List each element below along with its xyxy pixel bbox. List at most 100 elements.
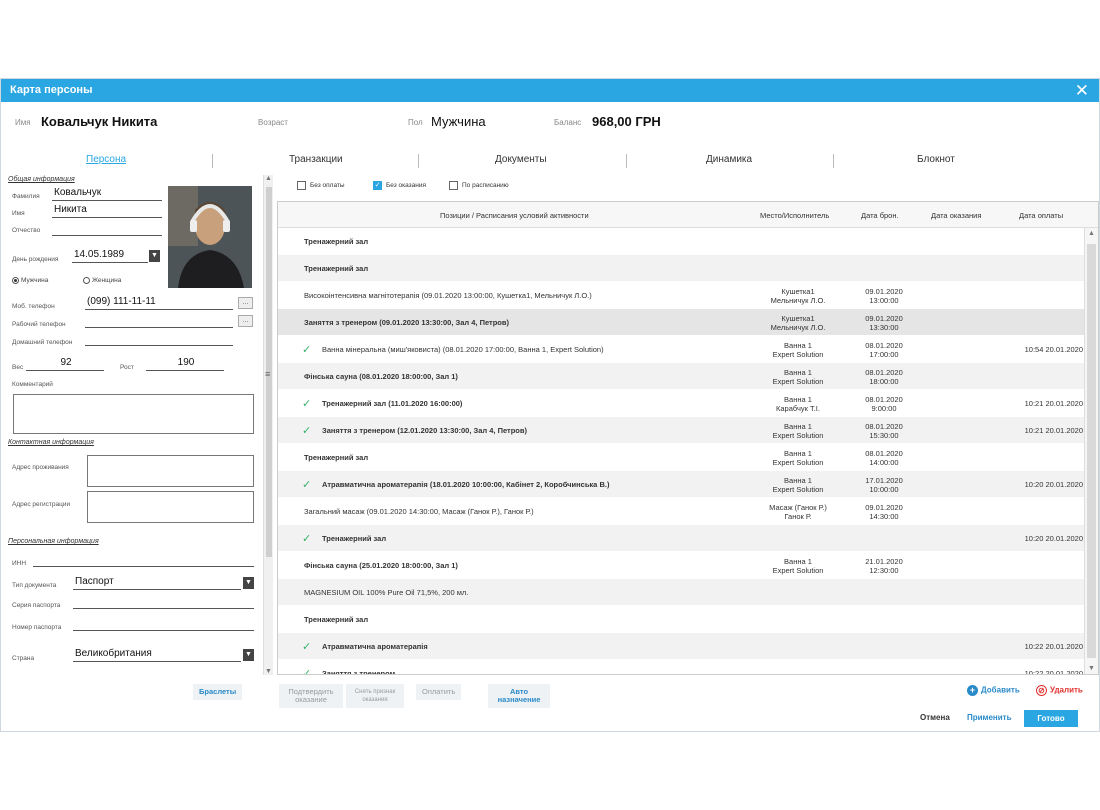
table-row[interactable]: Заняття з тренером (09.01.2020 13:30:00,… xyxy=(278,309,1084,336)
table-row[interactable]: Фінська сауна (25.01.2020 18:00:00, Зал … xyxy=(278,552,1084,579)
general-section-title: Общая информация xyxy=(8,176,75,183)
checkmark-icon: ✓ xyxy=(302,425,312,437)
add-button[interactable]: + Добавить xyxy=(967,685,1020,696)
chevron-down-icon[interactable]: ▼ xyxy=(243,577,254,589)
auto-assign-button[interactable]: Авто назначение xyxy=(488,684,550,708)
title-bar: Карта персоны ✕ xyxy=(1,79,1099,102)
patronymic-field[interactable] xyxy=(52,222,162,236)
inn-field[interactable] xyxy=(33,553,254,567)
doctype-select[interactable]: Паспорт xyxy=(73,576,241,590)
chevron-down-icon[interactable]: ▼ xyxy=(149,250,160,262)
row-place-line2: Expert Solution xyxy=(772,350,824,359)
scroll-down-icon[interactable]: ▼ xyxy=(265,668,272,675)
row-booking-date-line2: 14:30:00 xyxy=(869,512,899,521)
table-row[interactable]: Фінська сауна (08.01.2020 18:00:00, Зал … xyxy=(278,363,1084,390)
row-place-line1: Ванна 1 xyxy=(784,341,812,350)
col-header-booking-date[interactable]: Дата брон. xyxy=(861,211,899,220)
row-booking-date: 08.01.2020 15:30:00 xyxy=(848,422,920,440)
grid-rows: Тренажерний зал Тренажерний зал Високоінте… xyxy=(278,228,1084,674)
table-row[interactable]: ✓ Тренажерний зал (11.01.2020 16:00:00) Ва… xyxy=(278,390,1084,417)
splitter-handle-icon[interactable]: ≡ xyxy=(265,369,270,379)
apply-button[interactable]: Применить xyxy=(967,713,1012,722)
pay-button[interactable]: Оплатить xyxy=(416,684,462,700)
cancel-button[interactable]: Отмена xyxy=(920,713,950,722)
table-row[interactable]: MAGNESIUM OIL 100% Pure Oil 71,5%, 200 м… xyxy=(278,579,1084,606)
work-phone-field[interactable] xyxy=(85,314,233,328)
col-header-place[interactable]: Место/Исполнитель xyxy=(760,211,829,220)
row-place-line2: Expert Solution xyxy=(772,566,824,575)
balance-label: Баланс xyxy=(554,118,582,127)
weight-field[interactable]: 92 xyxy=(26,357,104,371)
tab-divider xyxy=(212,154,213,168)
table-row[interactable]: ✓ Тренажерний зал 10:20 20.01.2020 xyxy=(278,525,1084,552)
col-header-service-date[interactable]: Дата оказания xyxy=(931,211,981,220)
bracelets-button[interactable]: Браслеты xyxy=(193,684,243,700)
col-header-payment-date[interactable]: Дата оплаты xyxy=(1019,211,1063,220)
delete-button[interactable]: ⊘ Удалить xyxy=(1036,685,1083,696)
comment-textarea[interactable] xyxy=(13,394,254,434)
surname-field[interactable]: Ковальчук xyxy=(52,187,162,201)
table-row[interactable]: Тренажерний зал xyxy=(278,228,1084,255)
passport-series-field[interactable] xyxy=(73,595,254,609)
surname-label: Фамилия xyxy=(12,193,40,200)
col-header-position[interactable]: Позиции / Расписания условий активности xyxy=(440,211,589,220)
scroll-up-icon[interactable]: ▲ xyxy=(1088,230,1095,237)
cancel-service-mark-button[interactable]: Снять признак оказания xyxy=(346,684,404,708)
table-row[interactable]: ✓ Ванна мінеральна (миш'якοвиста) (08.01.… xyxy=(278,336,1084,363)
row-place: Ванна 1 Expert Solution xyxy=(748,422,848,440)
checkmark-icon: ✓ xyxy=(302,479,312,491)
grid-scroll-thumb[interactable] xyxy=(1087,244,1096,658)
filter-by-schedule[interactable]: По расписанию xyxy=(449,181,509,190)
checkmark-icon: ✓ xyxy=(302,398,312,410)
gender-male-radio[interactable]: Мужчина xyxy=(12,277,48,284)
confirm-service-button[interactable]: Подтвердить оказание xyxy=(279,684,343,708)
mobile-more-button[interactable]: ... xyxy=(238,297,253,309)
close-icon[interactable]: ✕ xyxy=(1075,79,1089,102)
left-scrollbar[interactable]: ▲ ▼ xyxy=(263,175,273,675)
table-row[interactable]: ✓ Заняття з тренером 10:22 20.01.2020 xyxy=(278,660,1084,674)
reg-address-field[interactable] xyxy=(87,491,254,523)
table-row[interactable]: Тренажерний зал xyxy=(278,255,1084,282)
gender-label: Пол xyxy=(408,118,423,127)
row-place-line1: Ванна 1 xyxy=(784,449,812,458)
table-row[interactable]: ✓ Атравматична ароматерапія (18.01.2020 1… xyxy=(278,471,1084,498)
table-row[interactable]: Тренажерний зал xyxy=(278,606,1084,633)
row-booking-date-line1: 21.01.2020 xyxy=(865,557,903,566)
services-grid: Позиции / Расписания условий активности … xyxy=(277,201,1099,675)
chevron-down-icon[interactable]: ▼ xyxy=(243,649,254,661)
row-place-line2: Expert Solution xyxy=(772,377,824,386)
filter-no-service[interactable]: ✓ Без оказания xyxy=(373,181,426,190)
table-row[interactable]: Високоінтенсивна магнітотерапія (09.01.2… xyxy=(278,282,1084,309)
done-button[interactable]: Готово xyxy=(1024,710,1078,727)
live-address-field[interactable] xyxy=(87,455,254,487)
tab-notebook[interactable]: Блокнот xyxy=(917,154,955,165)
gender-female-radio[interactable]: Женщина xyxy=(83,277,121,284)
mobile-field[interactable]: (099) 111-11-11 xyxy=(85,296,233,310)
person-photo xyxy=(168,186,252,288)
tab-transactions[interactable]: Транзакции xyxy=(289,154,343,165)
work-phone-more-button[interactable]: ... xyxy=(238,315,253,327)
table-row[interactable]: Загальний масаж (09.01.2020 14:30:00, Ма… xyxy=(278,498,1084,525)
tab-dynamics[interactable]: Динамика xyxy=(706,154,752,165)
grid-scrollbar[interactable]: ▲ ▼ xyxy=(1084,228,1098,674)
table-row[interactable]: Тренажерний зал Ванна 1 Expert Solution 08.… xyxy=(278,444,1084,471)
age-label: Возраст xyxy=(258,118,288,127)
birthday-field[interactable]: 14.05.1989 xyxy=(72,249,148,263)
radio-empty-icon xyxy=(83,277,90,284)
row-booking-date-line2: 10:00:00 xyxy=(869,485,899,494)
home-phone-field[interactable] xyxy=(85,332,233,346)
passport-number-field[interactable] xyxy=(73,617,254,631)
tab-divider xyxy=(833,154,834,168)
scroll-up-icon[interactable]: ▲ xyxy=(265,175,272,182)
row-booking-date xyxy=(848,233,920,242)
table-row[interactable]: ✓ Атравматична ароматерапія 10:22 20.01.20… xyxy=(278,633,1084,660)
firstname-field[interactable]: Никита xyxy=(52,204,162,218)
table-row[interactable]: ✓ Заняття з тренером (12.01.2020 13:30:00… xyxy=(278,417,1084,444)
scroll-down-icon[interactable]: ▼ xyxy=(1088,665,1095,672)
country-select[interactable]: Великобритания xyxy=(73,648,241,662)
height-field[interactable]: 190 xyxy=(146,357,224,371)
tab-documents[interactable]: Документы xyxy=(495,154,547,165)
tab-persona[interactable]: Персона xyxy=(86,154,126,165)
row-place xyxy=(748,638,848,647)
filter-no-payment[interactable]: Без оплаты xyxy=(297,181,345,190)
